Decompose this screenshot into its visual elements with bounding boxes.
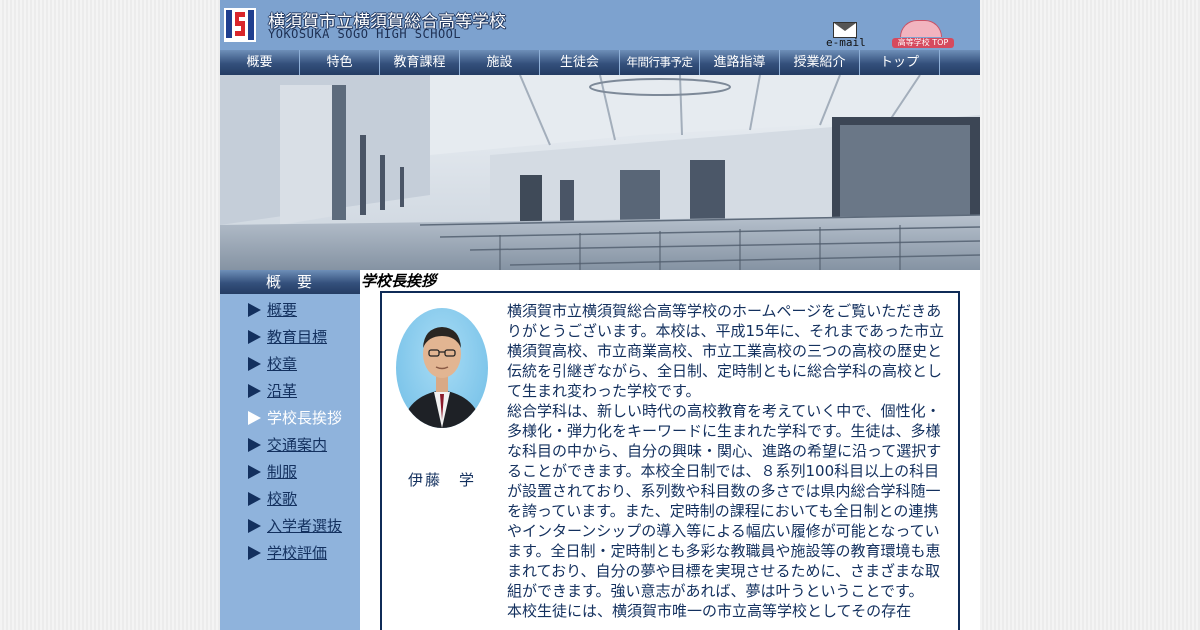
top-badge-label: 高等学校 TOP <box>892 38 954 48</box>
site-header: 横須賀市立横須賀総合高等学校 YOKOSUKA SOGO HIGH SCHOOL… <box>220 0 980 50</box>
nav-item-overview[interactable]: 概要 <box>220 50 300 75</box>
triangle-right-icon <box>248 545 261 560</box>
sidebar-item-history[interactable]: 沿革 <box>220 377 342 404</box>
hero-photo <box>220 75 980 270</box>
sidebar-item-school-emblem[interactable]: 校章 <box>220 350 342 377</box>
sidebar-item-label[interactable]: 交通案内 <box>267 434 327 455</box>
triangle-right-icon <box>248 356 261 371</box>
nav-item-facilities[interactable]: 施設 <box>460 50 540 75</box>
nav-item-annual-events[interactable]: 年間行事予定 <box>620 50 700 75</box>
sidebar-list: 概要 教育目標 校章 沿革 学校長挨拶 交通案内 制服 校歌 入学者選抜 学校評… <box>220 296 342 566</box>
high-school-top-link[interactable]: 高等学校 TOP <box>892 18 954 48</box>
sidebar-item-uniform[interactable]: 制服 <box>220 458 342 485</box>
sidebar-item-label[interactable]: 概要 <box>267 299 297 320</box>
sidebar-item-label[interactable]: 学校評価 <box>267 542 327 563</box>
sidebar-item-school-song[interactable]: 校歌 <box>220 485 342 512</box>
greeting-paragraph: 本校生徒には、横須賀市唯一の市立高等学校としてその存在 <box>507 602 912 620</box>
triangle-right-icon <box>248 383 261 398</box>
school-name-en: YOKOSUKA SOGO HIGH SCHOOL <box>268 27 462 41</box>
sidebar-item-label[interactable]: 入学者選抜 <box>267 515 342 536</box>
triangle-right-icon <box>248 437 261 452</box>
sidebar-item-label[interactable]: 教育目標 <box>267 326 327 347</box>
sidebar-item-label[interactable]: 校章 <box>267 353 297 374</box>
sidebar: 概要 概要 教育目標 校章 沿革 学校長挨拶 交通案内 制服 校歌 入学者選抜 … <box>220 270 360 630</box>
principal-name: 伊藤 学 <box>408 471 477 489</box>
sidebar-item-access[interactable]: 交通案内 <box>220 431 342 458</box>
page-container: 横須賀市立横須賀総合高等学校 YOKOSUKA SOGO HIGH SCHOOL… <box>220 0 980 630</box>
principal-portrait-illustration <box>402 327 482 428</box>
nav-item-top[interactable]: トップ <box>860 50 940 75</box>
triangle-right-icon <box>248 491 261 506</box>
triangle-right-icon <box>248 518 261 533</box>
hero-corridor-illustration <box>220 75 980 270</box>
greeting-text: 横須賀市立横須賀総合高等学校のホームページをご覧いただきありがとうございます。本… <box>507 301 951 621</box>
principal-photo <box>396 308 488 428</box>
nav-item-curriculum[interactable]: 教育課程 <box>380 50 460 75</box>
greeting-paragraph: 総合学科は、新しい時代の高校教育を考えていく中で、個性化・多様化・弾力化をキーワ… <box>507 402 942 600</box>
nav-item-features[interactable]: 特色 <box>300 50 380 75</box>
main-nav: 概要 特色 教育課程 施設 生徒会 年間行事予定 進路指導 授業紹介 トップ <box>220 50 980 75</box>
sidebar-item-overview[interactable]: 概要 <box>220 296 342 323</box>
triangle-right-icon <box>248 410 261 425</box>
nav-item-class-intro[interactable]: 授業紹介 <box>780 50 860 75</box>
sidebar-item-label[interactable]: 沿革 <box>267 380 297 401</box>
page-title: 学校長挨拶 <box>361 272 437 290</box>
sidebar-item-label[interactable]: 校歌 <box>267 488 297 509</box>
email-label: e-mail <box>826 36 866 49</box>
sidebar-item-educational-goals[interactable]: 教育目標 <box>220 323 342 350</box>
triangle-right-icon <box>248 329 261 344</box>
sidebar-item-label[interactable]: 制服 <box>267 461 297 482</box>
sidebar-title: 概要 <box>220 270 360 294</box>
triangle-right-icon <box>248 464 261 479</box>
greeting-box: 伊藤 学 横須賀市立横須賀総合高等学校のホームページをご覧いただきありがとうござ… <box>380 291 960 630</box>
top-badge-icon <box>900 20 942 37</box>
sidebar-item-admissions[interactable]: 入学者選抜 <box>220 512 342 539</box>
nav-item-career-guidance[interactable]: 進路指導 <box>700 50 780 75</box>
triangle-right-icon <box>248 302 261 317</box>
email-link[interactable]: e-mail <box>824 20 876 50</box>
sidebar-item-principal-greeting: 学校長挨拶 <box>220 404 342 431</box>
greeting-paragraph: 横須賀市立横須賀総合高等学校のホームページをご覧いただきありがとうございます。本… <box>507 302 944 400</box>
nav-item-student-council[interactable]: 生徒会 <box>540 50 620 75</box>
school-logo-icon[interactable] <box>224 8 256 42</box>
sidebar-item-label: 学校長挨拶 <box>267 409 343 427</box>
sidebar-item-school-evaluation[interactable]: 学校評価 <box>220 539 342 566</box>
nav-end-cap <box>940 50 960 75</box>
